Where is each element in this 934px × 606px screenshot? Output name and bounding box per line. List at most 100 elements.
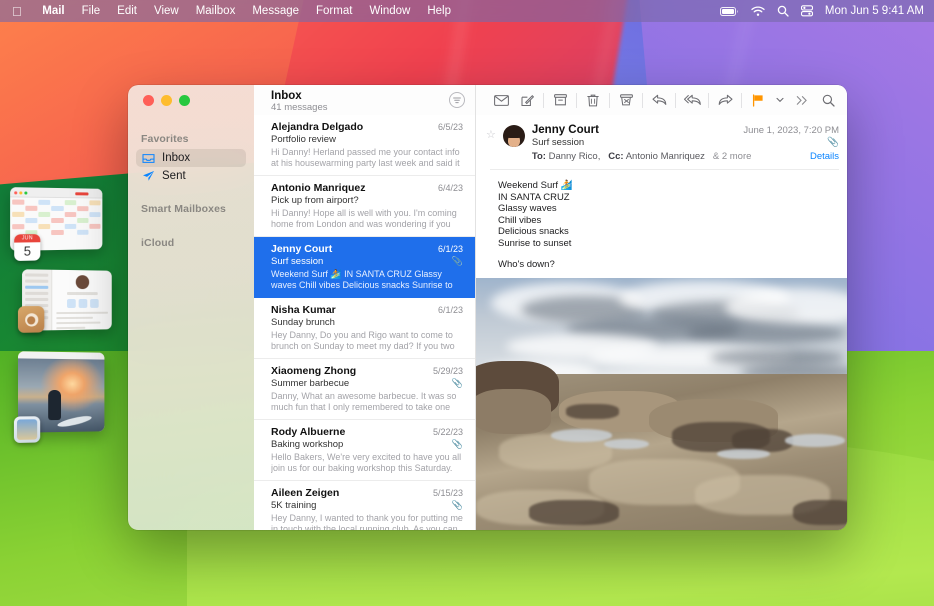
desktop-stack-contacts[interactable] [22, 269, 112, 331]
message-row-jenny-court[interactable]: Jenny Court 6/1/23 Surf session 📎 Weekend … [254, 237, 475, 298]
control-center-icon[interactable] [801, 5, 813, 17]
battery-icon[interactable] [720, 6, 739, 17]
desktop-stack-calendar[interactable]: JUN 5 [10, 187, 102, 251]
menu-item-mail[interactable]: Mail [34, 0, 73, 22]
cc-value: Antonio Manriquez [626, 151, 705, 162]
photos-icon-image [17, 419, 37, 440]
desktop-stack-photos[interactable] [18, 351, 104, 432]
message-date: 6/5/23 [438, 122, 463, 132]
message-sender: Antonio Manriquez [271, 182, 366, 194]
contacts-app-icon[interactable] [18, 306, 44, 333]
menu-item-file[interactable]: File [73, 0, 109, 22]
menu-item-view[interactable]: View [145, 0, 187, 22]
filter-icon[interactable] [449, 92, 465, 108]
message-list-header: Inbox 41 messages [254, 85, 475, 115]
toolbar-divider [708, 93, 709, 108]
to-label: To: [532, 151, 546, 162]
chevron-down-icon[interactable] [771, 89, 789, 111]
sidebar-section-smart-mailboxes[interactable]: Smart Mailboxes [128, 197, 254, 219]
envelope-icon[interactable] [488, 89, 514, 111]
message-preview: Hello Bakers, We're very excited to have… [271, 452, 463, 474]
menubar-clock[interactable]: Mon Jun 5 9:41 AM [825, 5, 924, 17]
message-row-aileen-zeigen[interactable]: Aileen Zeigen 5/15/23 5K training 📎 Hey Da… [254, 481, 475, 530]
menu-item-edit[interactable]: Edit [109, 0, 146, 22]
message-date: 6/1/23 [438, 305, 463, 315]
contact-avatar [76, 275, 89, 289]
message-subject: Summer barbecue [271, 378, 349, 389]
message-body: Weekend Surf 🏄 IN SANTA CRUZ Glassy wave… [476, 170, 847, 278]
message-row-antonio-manriquez[interactable]: Antonio Manriquez 6/4/23 Pick up from air… [254, 176, 475, 237]
message-preview: Danny, What an awesome barbecue. It was … [271, 391, 463, 413]
message-row-alejandra-delgado[interactable]: Alejandra Delgado 6/5/23 Portfolio review… [254, 115, 475, 176]
message-subject: Portfolio review [271, 134, 336, 145]
contacts-detail-column [52, 270, 111, 331]
message-preview: Hey Danny, Do you and Rigo want to come … [271, 330, 463, 352]
minimize-button[interactable] [161, 95, 172, 106]
message-sender: Rody Albuerne [271, 426, 345, 438]
calendar-grid [10, 197, 102, 237]
flag-icon[interactable] [745, 89, 771, 111]
message-sender-name: Jenny Court [532, 124, 599, 136]
mail-window: Favorites Inbox Sent Smart Mailboxes iCl… [128, 85, 847, 530]
avatar [503, 125, 525, 147]
toolbar-divider [741, 93, 742, 108]
photo-rock-outcrop [476, 389, 551, 434]
menu-item-message[interactable]: Message [244, 0, 308, 22]
reply-arrow-icon[interactable] [646, 89, 672, 111]
sidebar-item-inbox[interactable]: Inbox [136, 149, 246, 167]
mailboxes-sidebar: Favorites Inbox Sent Smart Mailboxes iCl… [128, 85, 254, 530]
menu-bar:  Mail File Edit View Mailbox Message Fo… [0, 0, 934, 22]
sidebar-item-sent[interactable]: Sent [136, 167, 246, 185]
menu-item-help[interactable]: Help [419, 0, 460, 22]
menu-item-mailbox[interactable]: Mailbox [187, 0, 244, 22]
trash-icon[interactable] [580, 89, 606, 111]
message-date: 5/22/23 [433, 427, 463, 437]
star-icon[interactable]: ☆ [486, 121, 496, 162]
message-rows: Alejandra Delgado 6/5/23 Portfolio review… [254, 115, 475, 530]
message-list-count: 41 messages [271, 102, 328, 114]
message-row-rody-albuerne[interactable]: Rody Albuerne 5/22/23 Baking workshop 📎 He… [254, 420, 475, 481]
compose-icon[interactable] [514, 89, 540, 111]
close-button[interactable] [143, 95, 154, 106]
calendar-icon-day: 5 [14, 242, 40, 261]
zoom-button[interactable] [179, 95, 190, 106]
toolbar-divider [576, 93, 577, 108]
body-line: Sunrise to sunset [498, 238, 839, 250]
menu-item-format[interactable]: Format [308, 0, 361, 22]
archive-box-icon[interactable] [547, 89, 573, 111]
paperclip-icon: 📎 [452, 439, 463, 450]
forward-arrow-icon[interactable] [712, 89, 738, 111]
paperclip-icon: 📎 [452, 378, 463, 389]
search-icon[interactable] [815, 89, 841, 111]
message-row-nisha-kumar[interactable]: Nisha Kumar 6/1/23 Sunday brunch Hey Dann… [254, 298, 475, 359]
menu-item-window[interactable]: Window [361, 0, 419, 22]
message-recipients: To: Danny Rico, Cc: Antonio Manriquez & … [532, 151, 752, 162]
apple-logo-icon[interactable]:  [12, 5, 22, 18]
reply-all-arrow-icon[interactable] [679, 89, 705, 111]
calendar-app-icon[interactable]: JUN 5 [14, 234, 40, 261]
message-date: 5/29/23 [433, 366, 463, 376]
message-date: 6/4/23 [438, 183, 463, 193]
body-line: Chill vibes [498, 215, 839, 227]
photos-app-icon[interactable] [14, 416, 40, 443]
message-subject: Surf session [271, 256, 323, 267]
message-row-xiaomeng-zhong[interactable]: Xiaomeng Zhong 5/29/23 Summer barbecue 📎 D… [254, 359, 475, 420]
sidebar-section-icloud[interactable]: iCloud [128, 231, 254, 253]
body-line: IN SANTA CRUZ [498, 192, 839, 204]
junk-bin-icon[interactable] [613, 89, 639, 111]
reading-pane: ☆ Jenny Court June 1, 2023, 7:20 PM Surf… [476, 85, 847, 530]
message-subject: Pick up from airport? [271, 195, 359, 206]
details-link[interactable]: Details [810, 151, 839, 162]
message-preview: Hi Danny! Herland passed me your contact… [271, 147, 463, 169]
message-list: Inbox 41 messages Alejandra Delgado 6/5/2… [254, 85, 476, 530]
double-chevron-right-icon[interactable] [789, 89, 815, 111]
message-sender: Aileen Zeigen [271, 487, 339, 499]
search-icon[interactable] [777, 5, 789, 17]
message-date: 5/15/23 [433, 488, 463, 498]
toolbar-divider [642, 93, 643, 108]
wifi-icon[interactable] [751, 6, 765, 17]
attachment-image-rocky-coastline[interactable] [476, 278, 847, 530]
toolbar-divider [675, 93, 676, 108]
reader-toolbar [476, 85, 847, 115]
message-subject: Surf session [532, 137, 584, 148]
